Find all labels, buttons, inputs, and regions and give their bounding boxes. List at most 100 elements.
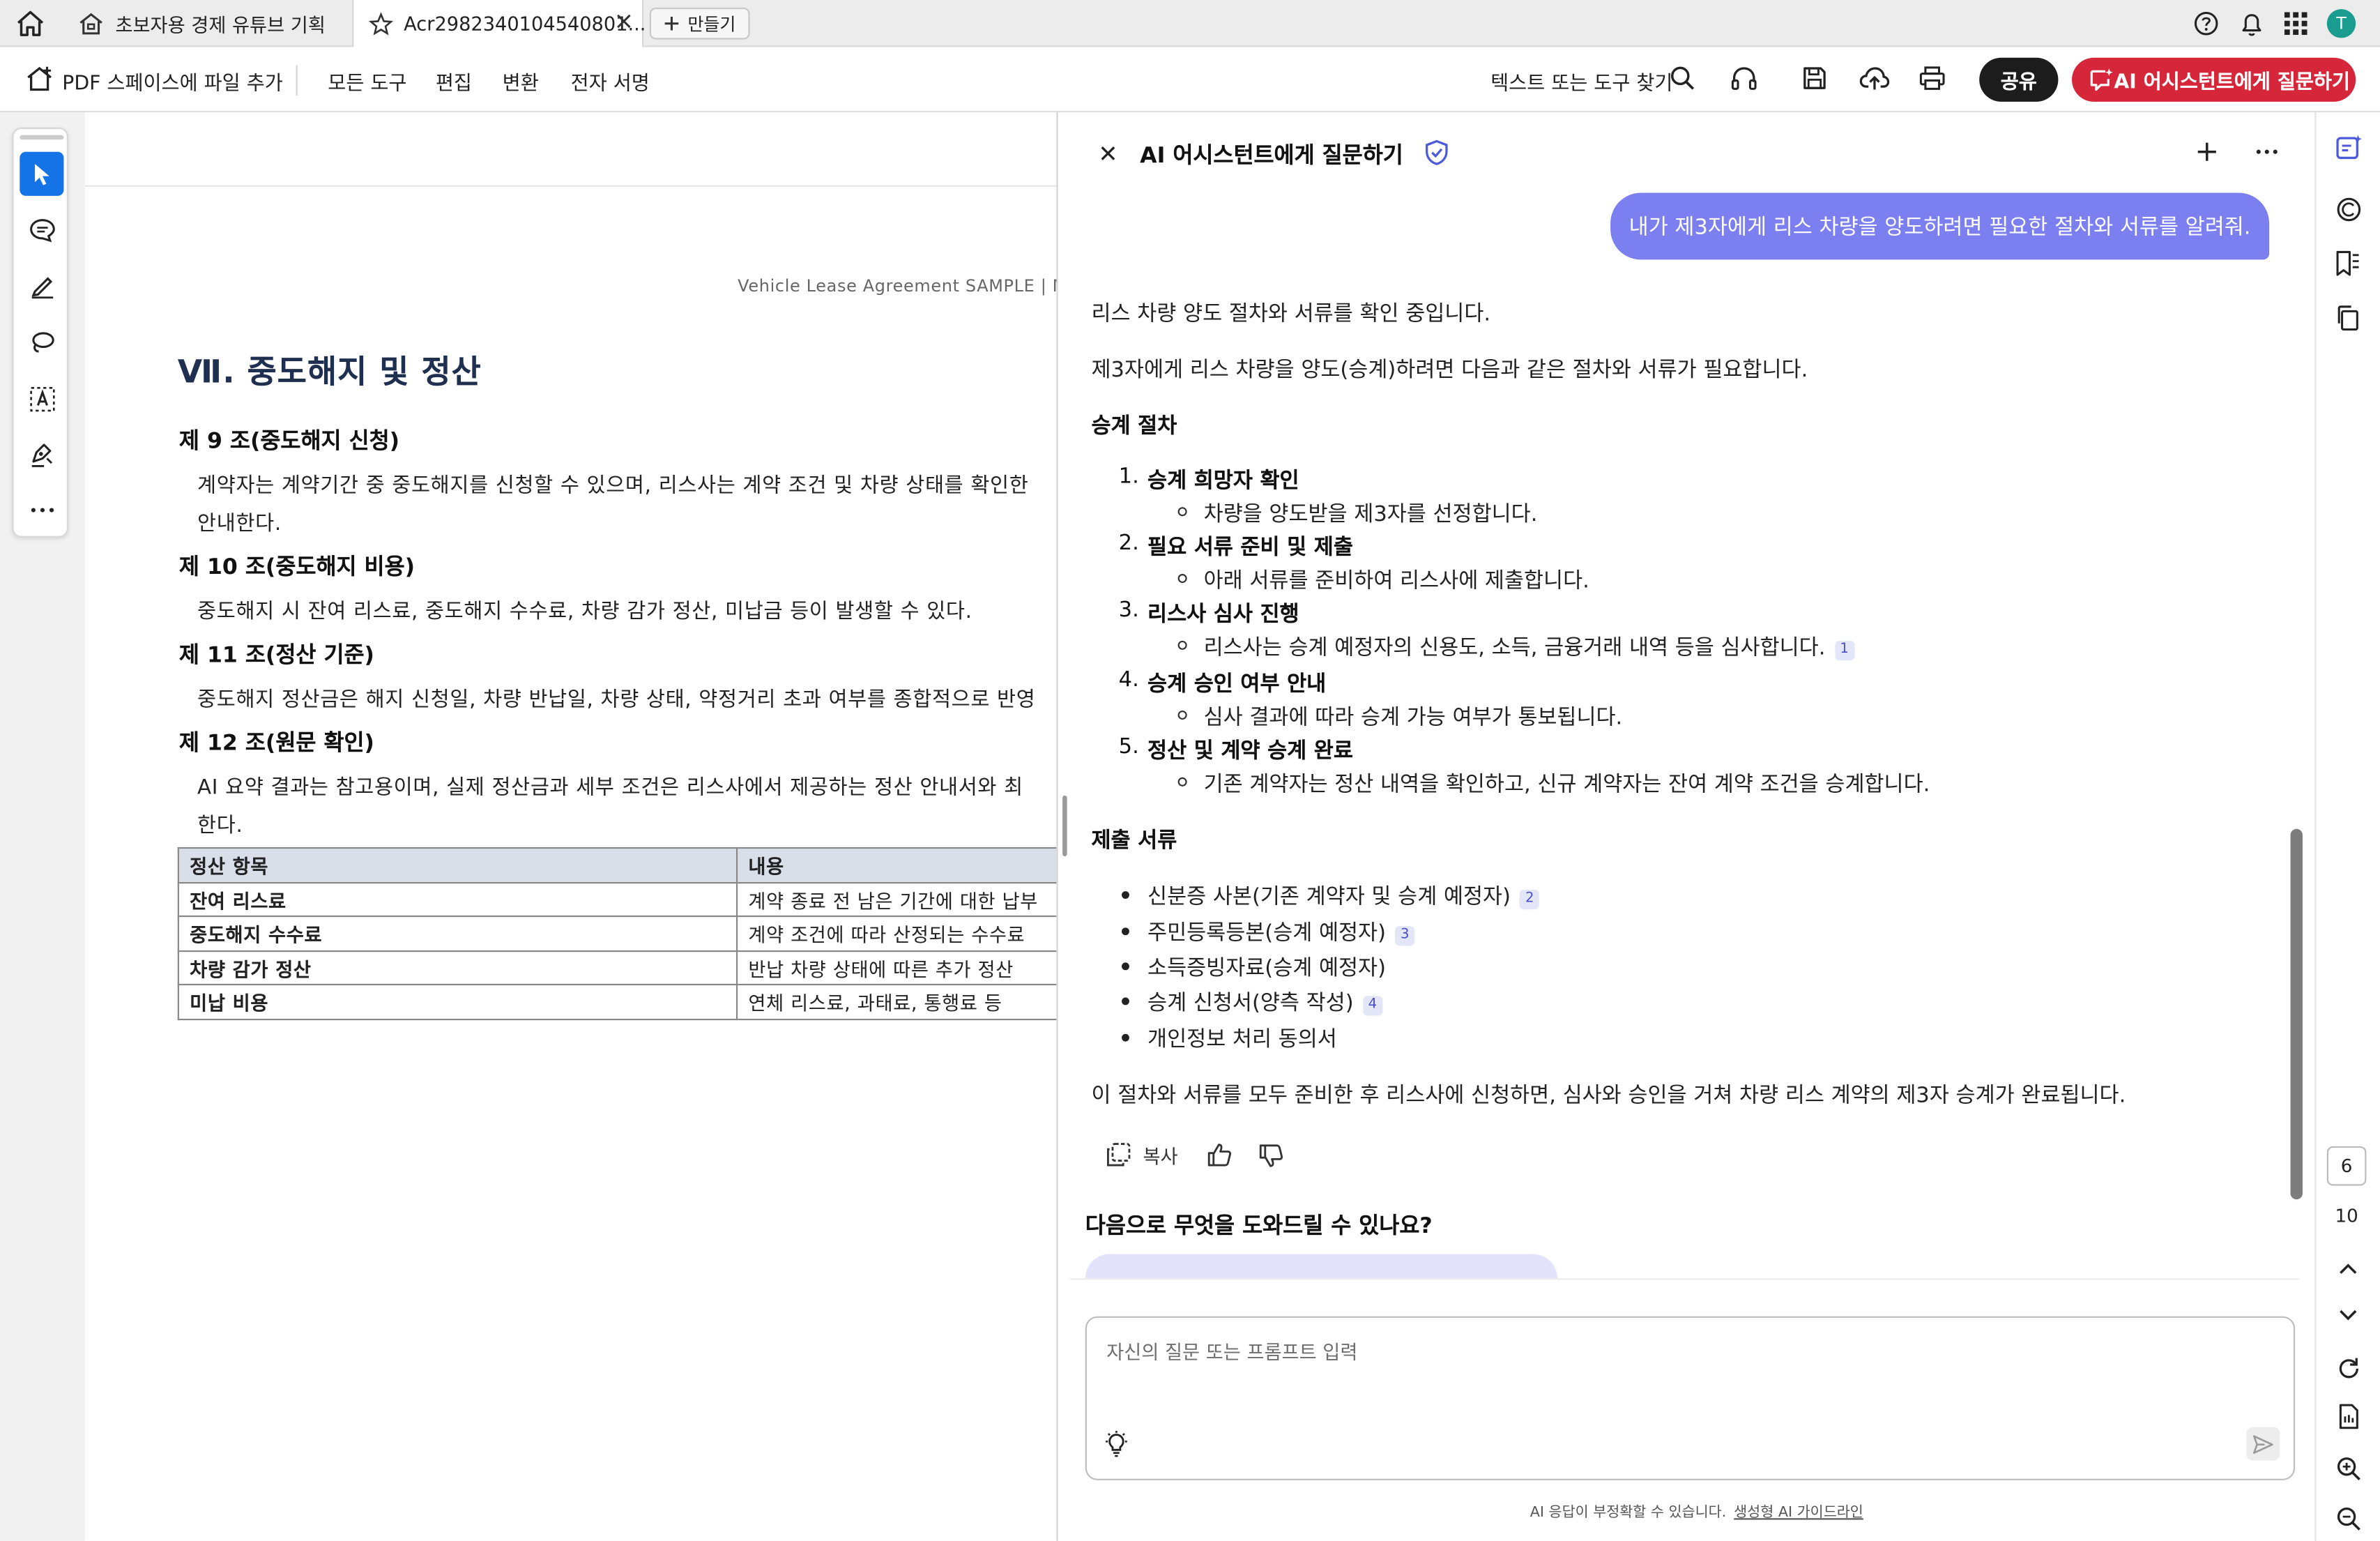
procedure-heading: 승계 절차 [1091,414,1177,439]
citation-badge[interactable]: 1 [1834,640,1854,661]
home-icon[interactable] [15,9,46,38]
bookmarks-rail-icon[interactable] [2331,246,2365,280]
panel-resize-handle[interactable] [1062,795,1067,856]
bullet [1122,997,1129,1005]
rotate-refresh-icon[interactable] [2331,1351,2365,1385]
comment-tool[interactable] [20,208,63,252]
page-fit-icon[interactable] [2331,1399,2365,1433]
draw-freeform-tool[interactable] [20,320,63,364]
article-9-line-2: 안내한다. [197,511,282,536]
tool-search-label[interactable]: 텍스트 또는 도구 찾기 [1490,67,1672,96]
current-page-input[interactable]: 6 [2326,1146,2367,1186]
table-cell: 미납 비용 [177,983,738,1020]
copy-button[interactable]: 복사 [1105,1140,1178,1169]
citation-badge[interactable]: 3 [1395,926,1415,946]
print-icon[interactable] [1919,66,1946,91]
more-horizontal-icon [29,506,54,513]
ai-assistant-icon [2089,67,2114,93]
quick-tools-palette [12,127,68,538]
drag-handle[interactable] [20,135,64,140]
prompt-input-placeholder[interactable]: 자신의 질문 또는 프롬프트 입력 [1106,1336,1357,1365]
list-item: 개인정보 처리 동의서 [1147,1024,1337,1054]
tab-2-label: Acr2982340104540801... [404,12,646,36]
prompt-suggestions-lightbulb-icon[interactable] [1104,1430,1129,1457]
zoom-in-icon[interactable] [2331,1451,2365,1485]
suggestion-chip-clipped[interactable] [1085,1254,1557,1279]
menu-e-sign[interactable]: 전자 서명 [571,67,650,96]
panel-more-options-icon[interactable] [2255,149,2278,155]
user-avatar[interactable]: T [2326,9,2356,38]
pages-rail-icon[interactable] [2331,301,2365,334]
step-number: 3. [1118,598,1139,623]
select-cursor-tool[interactable] [20,151,64,196]
step-detail: 아래 서류를 준비하여 리스사에 제출합니다. [1203,569,1589,594]
table-cell: 반납 차량 상태에 따른 추가 정산 [735,949,1089,986]
notification-bell-icon[interactable] [2239,10,2265,38]
add-to-space-icon[interactable] [26,66,54,93]
sub-bullet [1177,710,1187,720]
read-aloud-headphones-icon[interactable] [1730,66,1757,91]
citation-badge[interactable]: 2 [1520,889,1540,910]
ai-assistant-button[interactable]: AI 어시스턴트에게 질문하기 [2072,57,2356,102]
thumbs-up-icon[interactable] [1207,1141,1233,1167]
document-viewer[interactable] [0,112,1057,1541]
step-detail: 기존 계약자는 정산 내역을 확인하고, 신규 계약자는 잔여 계약 조건을 승… [1203,773,1930,798]
highlight-tool[interactable] [20,264,63,308]
new-chat-plus-icon[interactable] [2197,141,2218,162]
step-number: 1. [1118,464,1139,489]
ai-conclusion-text: 이 절차와 서류를 모두 준비한 후 리스사에 신청하면, 심사와 승인을 거쳐… [1091,1084,2126,1109]
search-icon[interactable] [1670,66,1695,91]
ai-intro-text: 제3자에게 리스 차량을 양도(승계)하려면 다음과 같은 절차와 서류가 필요… [1091,358,1808,383]
apps-grid-icon[interactable] [2284,12,2307,36]
document-item-text: 개인정보 처리 동의서 [1147,1028,1337,1052]
plus-icon [663,15,680,32]
ai-assistant-rail-icon[interactable] [2331,130,2365,164]
sub-bullet [1177,574,1187,584]
more-tools-button[interactable] [20,487,63,531]
document-item-text: 승계 신청서(양측 작성) [1147,991,1354,1016]
close-panel-icon[interactable] [1099,144,1117,162]
tab-document-2[interactable]: Acr2982340104540801... [352,0,646,47]
list-item: 5. 정산 및 계약 승계 완료 [1119,735,2181,768]
citation-badge[interactable]: 4 [1362,996,1382,1016]
list-item: 4. 승계 승인 여부 안내 [1119,668,2181,701]
list-item: 1. 승계 희망자 확인 [1119,464,2181,498]
comments-rail-icon[interactable] [2331,193,2365,227]
next-page-chevron-down-icon[interactable] [2331,1298,2365,1332]
menu-all-tools[interactable]: 모든 도구 [328,67,406,96]
new-tab-button[interactable]: 만들기 [649,7,750,40]
article-12-line-2: 한다. [197,814,243,838]
star-icon[interactable] [369,11,393,36]
document-running-header: Vehicle Lease Agreement SAMPLE | Merc [738,276,1095,296]
table-row: 잔여 리스료 계약 종료 전 남은 기간에 대한 납부 [177,881,1089,918]
list-item: 소득증빙자료(승계 예정자) [1147,952,1386,982]
add-to-space-button[interactable]: PDF 스페이스에 파일 추가 [62,67,283,96]
text-box-tool[interactable] [20,377,63,420]
ai-guidelines-link[interactable]: 생성형 AI 가이드라인 [1734,1505,1863,1521]
share-button[interactable]: 공유 [1979,57,2059,102]
list-item: 승계 신청서(양측 작성) 4 [1147,987,1382,1017]
list-item: 신분증 사본(기존 계약자 및 승계 예정자) 2 [1147,881,1540,911]
chat-scrollbar-thumb[interactable] [2290,828,2303,1200]
lasso-draw-icon [28,329,55,355]
thumbs-down-icon[interactable] [1258,1144,1284,1169]
tab-document-1[interactable]: 초보자용 경제 유튜브 기획 [61,0,349,47]
send-button[interactable] [2246,1427,2280,1461]
table-cell: 차량 감가 정산 [177,949,738,986]
cloud-upload-icon[interactable] [1859,66,1890,91]
close-tab-icon[interactable] [615,12,633,30]
article-11-line-1: 중도해지 정산금은 해지 신청일, 차량 반납일, 차량 상태, 약정거리 초과… [197,688,1036,713]
table-header-cell: 내용 [735,847,1089,883]
sign-tool[interactable] [20,433,63,477]
verified-shield-icon[interactable] [1425,139,1448,165]
save-icon[interactable] [1801,66,1827,91]
step-title: 정산 및 계약 승계 완료 [1147,739,1353,764]
menu-convert[interactable]: 변환 [503,67,539,96]
bullet [1122,962,1129,971]
menu-edit[interactable]: 편집 [436,67,472,96]
total-pages: 10 [2335,1205,2358,1227]
help-icon[interactable] [2193,10,2219,36]
step-title: 승계 희망자 확인 [1147,469,1299,494]
previous-page-chevron-up-icon[interactable] [2331,1251,2365,1284]
zoom-out-icon[interactable] [2331,1501,2365,1535]
